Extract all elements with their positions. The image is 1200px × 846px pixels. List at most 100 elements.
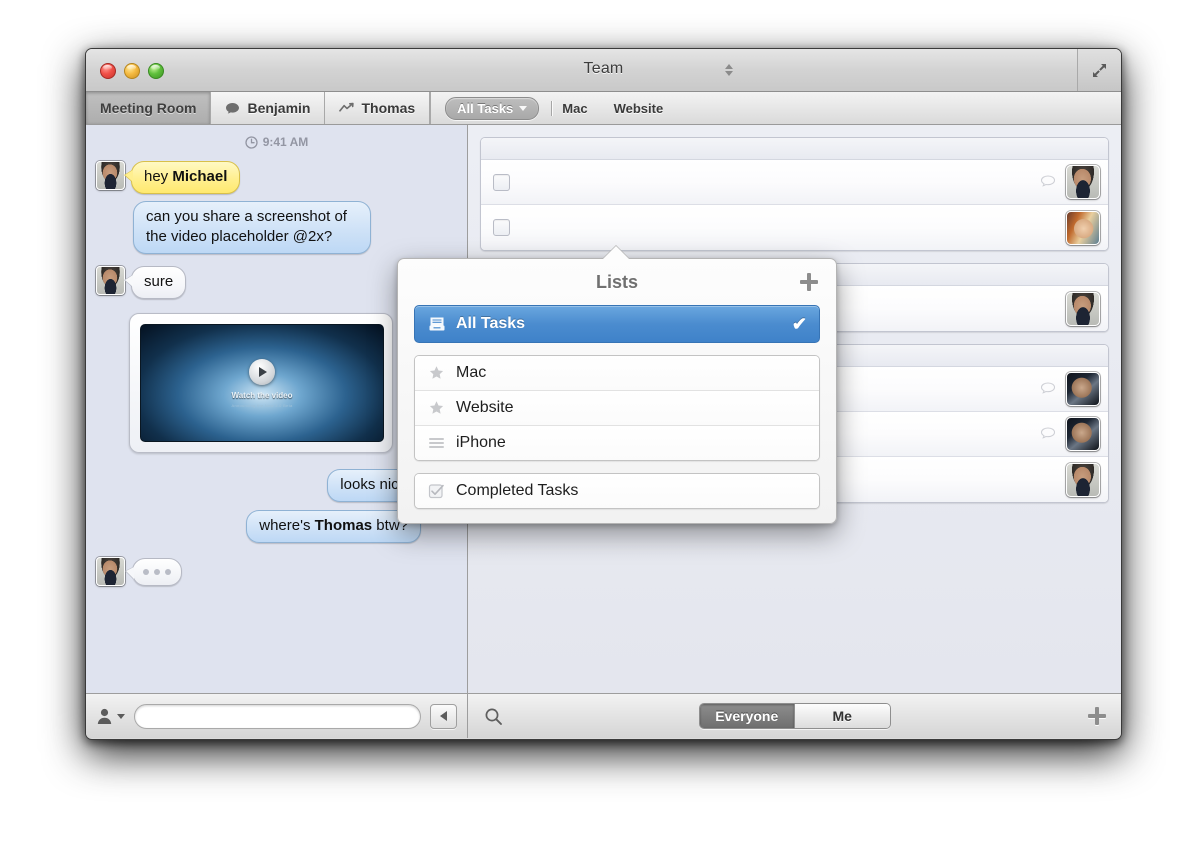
toolbar-link-mac[interactable]: Mac xyxy=(562,101,587,116)
segment-me[interactable]: Me xyxy=(794,704,890,728)
message-bubble[interactable]: hey Michael xyxy=(131,161,241,194)
popover-header: Lists xyxy=(398,259,836,305)
star-icon xyxy=(427,365,446,382)
task-bottom-bar: Everyone Me xyxy=(468,694,1121,738)
speech-bubble-icon xyxy=(225,101,240,116)
comment-icon[interactable] xyxy=(1040,427,1056,441)
tab-label: Benjamin xyxy=(247,100,311,116)
segment-everyone[interactable]: Everyone xyxy=(699,704,794,728)
avatar[interactable] xyxy=(1066,165,1100,199)
star-icon xyxy=(427,400,446,417)
clock-icon xyxy=(245,135,258,149)
inbox-tray-icon xyxy=(427,316,446,333)
typing-indicator-row xyxy=(86,557,467,586)
video-thumbnail[interactable]: Watch the video Announcing the New 3.0 B… xyxy=(140,324,384,442)
popover-title: Lists xyxy=(595,271,638,292)
tab-thomas[interactable]: Thomas xyxy=(325,92,431,124)
avatar[interactable] xyxy=(96,557,125,586)
plus-icon xyxy=(800,273,818,291)
activity-line-icon xyxy=(339,101,355,116)
list-item-label: Website xyxy=(456,399,514,416)
add-task-button[interactable] xyxy=(1085,704,1109,728)
lists-popover: Lists All Tasks ✔ Mac Website iPhone Com… xyxy=(397,246,837,524)
typing-dot xyxy=(143,568,149,575)
filter-segmented-control: Everyone Me xyxy=(698,703,891,729)
list-item-mac[interactable]: Mac xyxy=(415,356,819,391)
comment-icon[interactable] xyxy=(1040,382,1056,396)
titlebar: Team xyxy=(86,49,1121,92)
tab-meeting-room[interactable]: Meeting Room xyxy=(86,92,212,124)
list-item-website[interactable]: Website xyxy=(415,391,819,426)
message-bubble[interactable]: sure xyxy=(131,266,187,299)
task-group-header xyxy=(481,138,1108,160)
avatar[interactable] xyxy=(1066,210,1100,245)
avatar[interactable] xyxy=(1066,372,1100,406)
toolbar: Meeting Room Benjamin Thomas All Tasks M… xyxy=(86,92,1121,125)
collapse-sidebar-button[interactable] xyxy=(430,703,457,729)
list-item-completed-tasks[interactable]: Completed Tasks xyxy=(415,474,819,508)
message-text-plain: where's xyxy=(259,517,315,534)
message-bubble[interactable]: where's Thomas btw? xyxy=(246,510,421,543)
avatar[interactable] xyxy=(1066,417,1100,451)
typing-dot xyxy=(165,568,171,575)
avatar[interactable] xyxy=(1066,462,1100,497)
list-item-label: All Tasks xyxy=(456,315,526,332)
title-stepper-icon[interactable] xyxy=(723,61,735,79)
chat-timestamp: 9:41 AM xyxy=(86,125,467,149)
list-item-label: iPhone xyxy=(456,434,506,451)
fullscreen-arrows-icon xyxy=(1093,63,1106,77)
fullscreen-button[interactable] xyxy=(1077,49,1121,91)
list-item-label: Mac xyxy=(456,364,487,381)
all-tasks-dropdown-button[interactable]: All Tasks xyxy=(445,96,540,120)
list-item-label: Completed Tasks xyxy=(456,482,579,499)
task-checkbox[interactable] xyxy=(493,219,510,236)
message-input[interactable] xyxy=(134,703,421,729)
content-area: 9:41 AM hey Michael can you share a scre… xyxy=(86,125,1121,693)
toolbar-link-website[interactable]: Website xyxy=(614,101,664,116)
checkbox-checked-icon xyxy=(427,483,446,500)
plus-icon xyxy=(1088,707,1106,725)
all-tasks-label: All Tasks xyxy=(457,100,514,116)
play-icon[interactable] xyxy=(249,358,275,385)
person-icon xyxy=(97,708,112,724)
chevron-down-icon xyxy=(117,713,125,719)
lines-icon xyxy=(427,435,446,452)
list-item-iphone[interactable]: iPhone xyxy=(415,426,819,460)
task-checkbox[interactable] xyxy=(493,173,510,191)
list-item-all-tasks[interactable]: All Tasks ✔ xyxy=(414,305,820,343)
bottom-bar: Everyone Me xyxy=(86,693,1121,738)
chat-compose-bar xyxy=(86,694,468,738)
typing-indicator xyxy=(132,557,182,586)
lists-card: Mac Website iPhone xyxy=(414,355,820,461)
message-text-plain: hey xyxy=(144,168,173,185)
app-window: Team Meeting Room Benjamin Thomas All Ta… xyxy=(85,48,1122,740)
tab-label: Meeting Room xyxy=(100,100,197,116)
toolbar-divider xyxy=(551,100,553,116)
message-bubble[interactable]: can you share a screenshot of the video … xyxy=(133,201,371,254)
typing-dot xyxy=(154,568,160,575)
checkmark-icon: ✔ xyxy=(791,313,807,334)
message-row: hey Michael xyxy=(86,161,467,194)
window-title: Team xyxy=(583,60,624,77)
video-subcaption: Announcing the New 3.0 Beta xyxy=(231,402,293,408)
table-row[interactable] xyxy=(481,160,1108,205)
table-row[interactable] xyxy=(481,205,1108,250)
task-group xyxy=(480,137,1109,251)
search-button[interactable] xyxy=(482,705,504,727)
avatar[interactable] xyxy=(96,266,125,295)
buddy-picker-button[interactable] xyxy=(96,707,125,726)
chat-tab-bar: Meeting Room Benjamin Thomas xyxy=(86,92,431,124)
add-list-button[interactable] xyxy=(798,271,820,293)
avatar[interactable] xyxy=(1066,291,1100,326)
tab-label: Thomas xyxy=(361,100,416,116)
avatar[interactable] xyxy=(96,161,125,190)
message-row: can you share a screenshot of the video … xyxy=(86,201,467,254)
comment-icon[interactable] xyxy=(1040,175,1056,189)
video-attachment-card[interactable]: Watch the video Announcing the New 3.0 B… xyxy=(129,313,393,453)
task-toolbar: All Tasks Mac Website xyxy=(430,92,1121,124)
tab-benjamin[interactable]: Benjamin xyxy=(211,92,326,124)
chevron-down-icon xyxy=(519,105,528,111)
